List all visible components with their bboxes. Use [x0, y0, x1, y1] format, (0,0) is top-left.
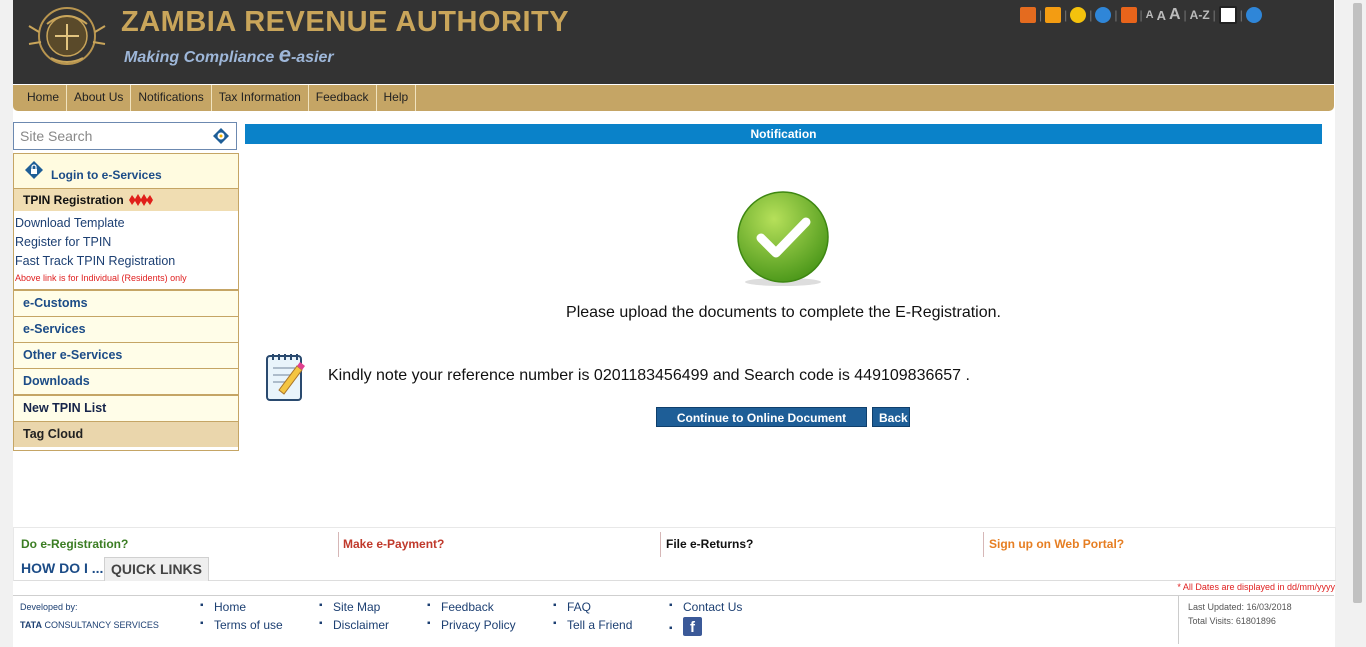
new-badge-icon	[129, 194, 153, 206]
back-button[interactable]: Back	[872, 407, 910, 427]
footer-link-faq[interactable]: FAQ	[553, 600, 591, 614]
header-tools: | | | | | A A A | A-Z | |	[1020, 4, 1262, 26]
sidebar-item-tag-cloud[interactable]: Tag Cloud	[14, 421, 238, 447]
tool-divider: |	[1114, 8, 1118, 22]
divider	[660, 532, 661, 557]
tcs-name-rest: CONSULTANCY SERVICES	[42, 620, 159, 630]
tab-quick-links[interactable]: QUICK LINKS	[104, 557, 209, 581]
text-mode-icon[interactable]	[1218, 6, 1237, 24]
notification-bar: Notification	[245, 124, 1322, 144]
success-check-icon	[737, 191, 829, 286]
main-nav: Home About Us Notifications Tax Informat…	[13, 85, 1334, 111]
tpin-registration-label: TPIN Registration	[23, 193, 124, 207]
sidebar-item-e-services[interactable]: e-Services	[14, 316, 238, 342]
nav-home[interactable]: Home	[13, 85, 68, 111]
footer-link-contact-us[interactable]: Contact Us	[669, 600, 742, 614]
divider	[338, 532, 339, 557]
nav-notifications[interactable]: Notifications	[131, 85, 212, 111]
tcs-name: TATA	[20, 620, 42, 630]
make-e-payment-link[interactable]: Make e-Payment?	[343, 537, 444, 551]
site-title: ZAMBIA REVENUE AUTHORITY	[121, 6, 570, 38]
lock-icon	[25, 161, 43, 179]
tpin-registration-header[interactable]: TPIN Registration	[14, 189, 238, 211]
site-search	[13, 122, 237, 150]
accessibility-icon[interactable]	[1245, 7, 1262, 23]
reference-message: Kindly note your reference number is 020…	[328, 367, 970, 384]
tagline-e: e	[278, 42, 291, 67]
nav-help[interactable]: Help	[377, 85, 417, 111]
zra-emblem-icon[interactable]	[25, 2, 109, 68]
sidebar: Login to e-Services TPIN Registration Do…	[13, 153, 239, 451]
tool-divider: |	[1039, 8, 1043, 22]
sidebar-item-other-e-services[interactable]: Other e-Services	[14, 342, 238, 368]
a-z-index-button[interactable]: A-Z	[1190, 8, 1210, 22]
tool-divider: |	[1183, 8, 1187, 22]
developed-by-label: Developed by:	[20, 602, 78, 612]
page: ZAMBIA REVENUE AUTHORITY Making Complian…	[13, 0, 1336, 647]
nav-about-us[interactable]: About Us	[67, 85, 132, 111]
facebook-icon[interactable]: f	[683, 617, 702, 636]
favorite-star-icon[interactable]	[1070, 7, 1087, 23]
footer-link-terms[interactable]: Terms of use	[200, 618, 283, 632]
site-header: ZAMBIA REVENUE AUTHORITY Making Complian…	[13, 0, 1334, 84]
footer-link-feedback[interactable]: Feedback	[427, 600, 494, 614]
tool-divider: |	[1212, 8, 1216, 22]
tagline-suffix: -asier	[290, 49, 334, 66]
sign-up-web-portal-link[interactable]: Sign up on Web Portal?	[989, 537, 1124, 551]
sitemap-icon[interactable]	[1020, 7, 1036, 23]
site-footer: Developed by: TATA CONSULTANCY SERVICES …	[13, 595, 1334, 644]
upload-message: Please upload the documents to complete …	[566, 304, 1001, 321]
font-medium-button[interactable]: A	[1157, 8, 1166, 23]
tcs-logo[interactable]: TATA CONSULTANCY SERVICES	[20, 620, 159, 630]
font-large-button[interactable]: A	[1169, 6, 1181, 24]
login-e-services[interactable]: Login to e-Services	[14, 154, 238, 189]
nav-feedback[interactable]: Feedback	[309, 85, 377, 111]
sidebar-item-e-customs[interactable]: e-Customs	[14, 289, 238, 316]
tool-divider: |	[1239, 8, 1243, 22]
tool-divider: |	[1089, 8, 1093, 22]
download-template-link[interactable]: Download Template	[14, 214, 238, 233]
footer-link-privacy-policy[interactable]: Privacy Policy	[427, 618, 516, 632]
date-format-note: * All Dates are displayed in dd/mm/yyyy	[1177, 582, 1335, 592]
divider	[983, 532, 984, 557]
scrollbar-thumb[interactable]	[1353, 3, 1362, 603]
individual-only-note: Above link is for Individual (Residents)…	[15, 273, 187, 283]
page-scrollbar[interactable]	[1349, 0, 1366, 647]
footer-link-site-map[interactable]: Site Map	[319, 600, 380, 614]
font-small-button[interactable]: A	[1146, 9, 1154, 21]
file-e-returns-link[interactable]: File e-Returns?	[666, 537, 753, 551]
footer-link-tell-a-friend[interactable]: Tell a Friend	[553, 618, 632, 632]
sidebar-item-downloads[interactable]: Downloads	[14, 368, 238, 394]
tagline-text: Making Compliance	[124, 49, 279, 66]
register-tpin-link[interactable]: Register for TPIN	[14, 233, 238, 252]
sidebar-item-new-tpin-list[interactable]: New TPIN List	[14, 394, 238, 421]
fast-track-tpin-link[interactable]: Fast Track TPIN Registration	[14, 252, 238, 271]
do-e-registration-link[interactable]: Do e-Registration?	[21, 537, 128, 551]
tab-how-do-i[interactable]: HOW DO I ...	[15, 557, 110, 580]
site-stats: Last Updated: 16/03/2018 Total Visits: 6…	[1178, 596, 1292, 644]
tool-divider: |	[1139, 8, 1143, 22]
help-icon[interactable]	[1095, 7, 1112, 23]
total-visits: Total Visits: 61801896	[1188, 616, 1276, 626]
tool-divider: |	[1064, 8, 1068, 22]
continue-upload-button[interactable]: Continue to Online Document Upload	[656, 407, 867, 445]
search-input[interactable]	[18, 124, 202, 148]
rss-icon[interactable]	[1045, 7, 1062, 23]
login-label: Login to e-Services	[51, 168, 162, 182]
last-updated: Last Updated: 16/03/2018	[1188, 602, 1292, 612]
how-do-i-panel: Do e-Registration? Make e-Payment? File …	[13, 527, 1336, 581]
nav-tax-information[interactable]: Tax Information	[212, 85, 309, 111]
bullet: ▪	[669, 623, 673, 634]
notepad-icon	[266, 354, 305, 401]
footer-link-disclaimer[interactable]: Disclaimer	[319, 618, 389, 632]
footer-link-home[interactable]: Home	[200, 600, 246, 614]
site-tagline: Making Compliance e-asier	[124, 42, 334, 68]
home-icon[interactable]	[1120, 7, 1137, 23]
search-icon[interactable]	[212, 127, 230, 145]
